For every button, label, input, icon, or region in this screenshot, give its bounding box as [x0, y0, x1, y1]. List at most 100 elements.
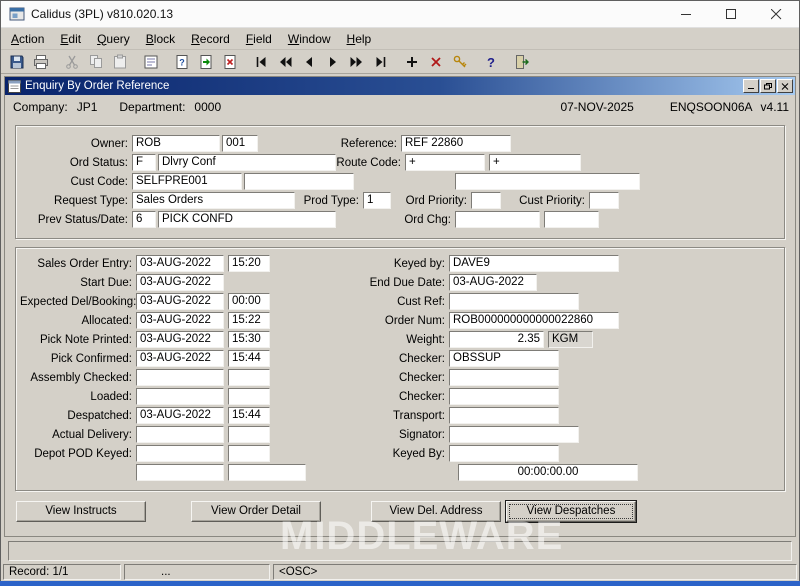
- loaded-time-field[interactable]: [228, 388, 270, 405]
- enquiry-titlebar[interactable]: Enquiry By Order Reference: [5, 77, 795, 95]
- previous-block-button[interactable]: [273, 51, 297, 73]
- pick-note-printed-time-field[interactable]: 15:30: [228, 331, 270, 348]
- help-button[interactable]: ?: [479, 51, 503, 73]
- depot-pod-date-field[interactable]: [136, 445, 224, 462]
- timestamp-field[interactable]: 00:00:00.00: [458, 464, 638, 481]
- menu-item-edit[interactable]: Edit: [52, 29, 89, 49]
- cut-button[interactable]: [60, 51, 84, 73]
- view-del-address-button[interactable]: View Del. Address: [371, 501, 501, 522]
- menu-item-action[interactable]: Action: [3, 29, 52, 49]
- pick-confirmed-date-field[interactable]: 03-AUG-2022: [136, 350, 224, 367]
- cust-code-field[interactable]: SELFPRE001: [132, 173, 242, 190]
- menu-item-window[interactable]: Window: [280, 29, 339, 49]
- exit-button[interactable]: [510, 51, 534, 73]
- route-code-1-field[interactable]: +: [405, 154, 485, 171]
- menu-item-query[interactable]: Query: [89, 29, 138, 49]
- maximize-button[interactable]: [709, 1, 754, 27]
- department-label: Department:: [119, 100, 185, 114]
- ord-chg-1-field[interactable]: [455, 211, 540, 228]
- despatched-date-field[interactable]: 03-AUG-2022: [136, 407, 224, 424]
- actual-delivery-time-field[interactable]: [228, 426, 270, 443]
- menu-item-block[interactable]: Block: [138, 29, 183, 49]
- order-num-field[interactable]: ROB000000000000022860: [449, 312, 619, 329]
- delete-record-button[interactable]: [424, 51, 448, 73]
- checker-1-field[interactable]: OBSSUP: [449, 350, 559, 367]
- enter-query-button[interactable]: ?: [170, 51, 194, 73]
- mdi-minimize-button[interactable]: [743, 79, 759, 93]
- assembly-checked-date-field[interactable]: [136, 369, 224, 386]
- cust-code-3-field[interactable]: [455, 173, 640, 190]
- execute-query-button[interactable]: [194, 51, 218, 73]
- sales-order-entry-date-field[interactable]: 03-AUG-2022: [136, 255, 224, 272]
- weight-field[interactable]: 2.35: [449, 331, 544, 348]
- request-type-field[interactable]: Sales Orders: [132, 192, 295, 209]
- close-button[interactable]: [754, 1, 799, 27]
- extra-left-field[interactable]: [228, 464, 306, 481]
- ord-status-desc-field[interactable]: Dlvry Conf: [158, 154, 336, 171]
- checker-2-field[interactable]: [449, 369, 559, 386]
- mdi-close-button[interactable]: [777, 79, 793, 93]
- insert-record-button[interactable]: [400, 51, 424, 73]
- next-record-button[interactable]: [321, 51, 345, 73]
- signator-field[interactable]: [449, 426, 579, 443]
- checker-3-field[interactable]: [449, 388, 559, 405]
- keyed-by-field[interactable]: DAVE9: [449, 255, 619, 272]
- keyed-by-2-field[interactable]: [449, 445, 559, 462]
- cust-ref-field[interactable]: [449, 293, 579, 310]
- table-row: Depot POD Keyed:: [18, 444, 306, 463]
- loaded-date-field[interactable]: [136, 388, 224, 405]
- cust-code-2-field[interactable]: [244, 173, 354, 190]
- pick-note-printed-date-field[interactable]: 03-AUG-2022: [136, 331, 224, 348]
- prev-status-code-field[interactable]: 6: [132, 211, 156, 228]
- cancel-query-button[interactable]: [218, 51, 242, 73]
- ord-priority-field[interactable]: [471, 192, 501, 209]
- table-row: Despatched: 03-AUG-2022 15:44: [18, 406, 306, 425]
- print-button[interactable]: [29, 51, 53, 73]
- owner-suffix-field[interactable]: 001: [222, 135, 258, 152]
- save-button[interactable]: [5, 51, 29, 73]
- prev-status-desc-field[interactable]: PICK CONFD: [158, 211, 336, 228]
- depot-pod-time-field[interactable]: [228, 445, 270, 462]
- lock-record-button[interactable]: [448, 51, 472, 73]
- actual-delivery-date-field[interactable]: [136, 426, 224, 443]
- menu-item-record[interactable]: Record: [183, 29, 238, 49]
- menu-item-help[interactable]: Help: [339, 29, 380, 49]
- sales-order-entry-time-field[interactable]: 15:20: [228, 255, 270, 272]
- transport-field[interactable]: [449, 407, 559, 424]
- route-code-2-field[interactable]: +: [489, 154, 581, 171]
- view-instructs-button[interactable]: View Instructs: [16, 501, 146, 522]
- menu-item-field[interactable]: Field: [238, 29, 280, 49]
- extra-left-date-field[interactable]: [136, 464, 224, 481]
- edit-button[interactable]: [139, 51, 163, 73]
- first-record-button[interactable]: [249, 51, 273, 73]
- ord-status-code-field[interactable]: F: [132, 154, 156, 171]
- paste-button[interactable]: [108, 51, 132, 73]
- next-block-button[interactable]: [345, 51, 369, 73]
- allocated-time-field[interactable]: 15:22: [228, 312, 270, 329]
- copy-button[interactable]: [84, 51, 108, 73]
- last-record-button[interactable]: [369, 51, 393, 73]
- table-row: End Due Date: 03-AUG-2022: [296, 273, 638, 292]
- allocated-date-field[interactable]: 03-AUG-2022: [136, 312, 224, 329]
- assembly-checked-time-field[interactable]: [228, 369, 270, 386]
- view-despatches-button[interactable]: View Despatches: [506, 501, 636, 522]
- expected-del-date-field[interactable]: 03-AUG-2022: [136, 293, 224, 310]
- expected-del-time-field[interactable]: 00:00: [228, 293, 270, 310]
- view-order-detail-button[interactable]: View Order Detail: [191, 501, 321, 522]
- mdi-restore-button[interactable]: [760, 79, 776, 93]
- svg-text:?: ?: [487, 55, 495, 70]
- start-due-date-field[interactable]: 03-AUG-2022: [136, 274, 224, 291]
- cust-priority-field[interactable]: [589, 192, 619, 209]
- ord-chg-2-field[interactable]: [544, 211, 599, 228]
- prod-type-field[interactable]: 1: [363, 192, 391, 209]
- reference-field[interactable]: REF 22860: [401, 135, 511, 152]
- owner-field[interactable]: ROB: [132, 135, 220, 152]
- enquiry-window-controls: [743, 79, 793, 93]
- pick-confirmed-time-field[interactable]: 15:44: [228, 350, 270, 367]
- previous-record-button[interactable]: [297, 51, 321, 73]
- signator-label: Signator:: [298, 429, 449, 441]
- table-row: Checker: OBSSUP: [296, 349, 638, 368]
- minimize-button[interactable]: [664, 1, 709, 27]
- despatched-time-field[interactable]: 15:44: [228, 407, 270, 424]
- end-due-date-field[interactable]: 03-AUG-2022: [449, 274, 537, 291]
